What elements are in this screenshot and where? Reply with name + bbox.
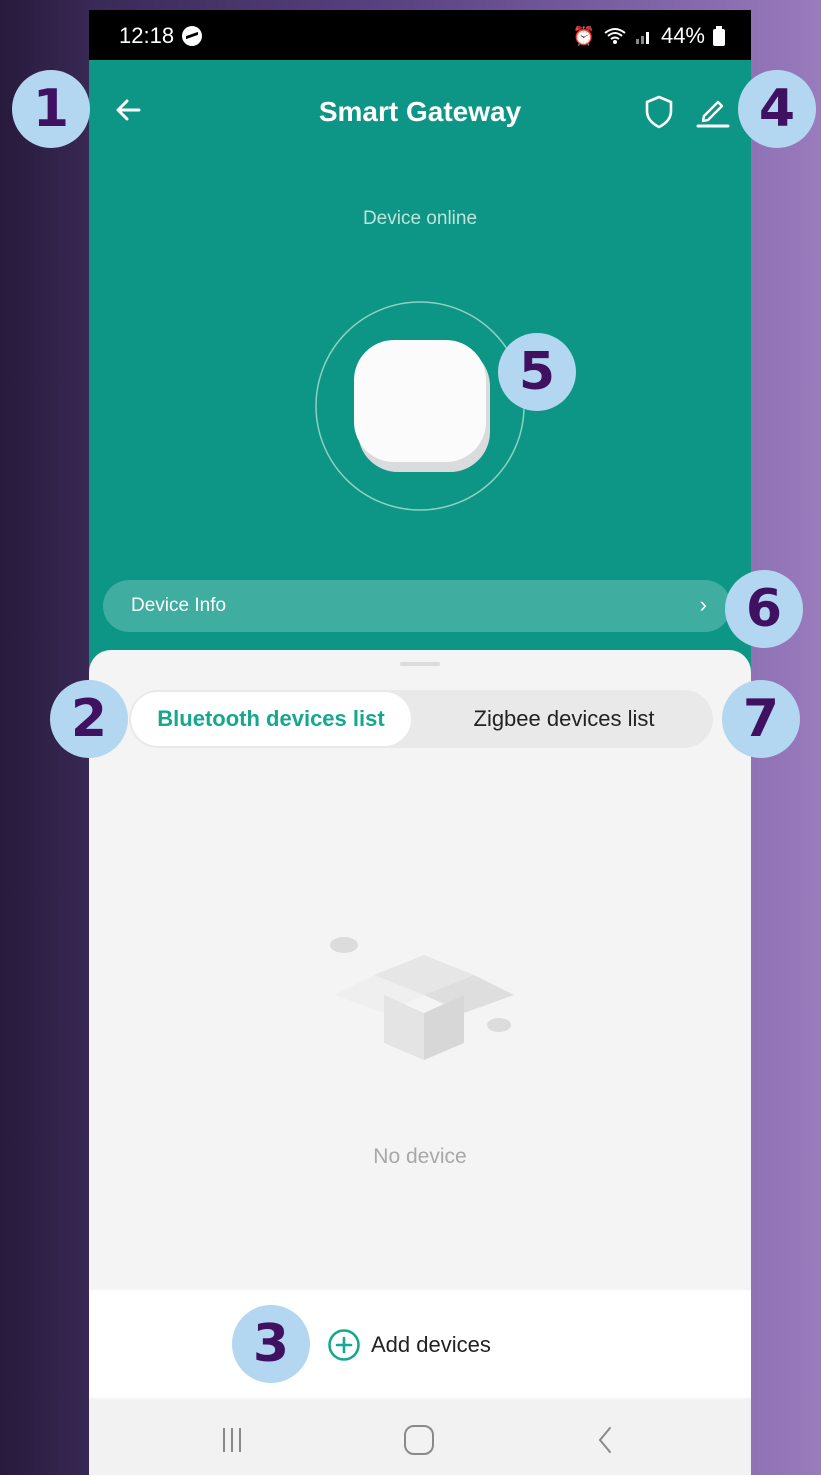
status-time: 12:18 — [119, 23, 175, 48]
device-status: Device online — [362, 208, 478, 229]
callout-badge-5: 5 — [498, 333, 576, 411]
add-devices-button[interactable]: Add devices — [327, 1325, 491, 1365]
callout-badge-2: 2 — [50, 680, 128, 758]
device-info-label: Device Info — [131, 595, 227, 616]
empty-box-illustration — [330, 937, 514, 1060]
phone-screen: 12:18 ⏰ 44% Smart Gateway Device online … — [89, 10, 751, 1475]
status-right: ⏰ 44% — [573, 23, 725, 49]
back-icon[interactable] — [581, 1420, 631, 1460]
tab-bluetooth-devices[interactable]: Bluetooth devices list — [131, 692, 411, 746]
wifi-icon — [604, 28, 626, 44]
messenger-icon — [182, 26, 203, 46]
chevron-right-icon: › — [699, 592, 707, 617]
tab-zigbee-devices[interactable]: Zigbee devices list — [429, 690, 699, 748]
callout-badge-3: 3 — [232, 1305, 310, 1383]
pencil-icon[interactable] — [692, 94, 732, 130]
sheet-handle[interactable] — [400, 662, 440, 666]
device-list-tabs: Bluetooth devices list Zigbee devices li… — [129, 690, 713, 748]
callout-badge-6: 6 — [725, 570, 803, 648]
shield-icon[interactable] — [642, 94, 676, 130]
empty-state-text: No device — [373, 1145, 467, 1168]
alarm-icon: ⏰ — [572, 25, 595, 46]
add-devices-label: Add devices — [371, 1332, 491, 1357]
battery-percent: 44% — [660, 23, 705, 48]
android-nav-bar — [89, 1400, 751, 1475]
status-bar: 12:18 ⏰ 44% — [89, 10, 751, 60]
status-time-group: 12:18 — [119, 23, 203, 49]
gateway-device-image[interactable] — [314, 300, 526, 512]
home-icon[interactable] — [394, 1420, 444, 1460]
callout-badge-1: 1 — [12, 70, 90, 148]
device-info-bar[interactable]: Device Info › — [103, 580, 731, 632]
recents-icon[interactable] — [207, 1420, 257, 1460]
battery-icon — [713, 26, 725, 46]
plus-circle-icon — [328, 1329, 360, 1361]
signal-icon — [635, 32, 649, 44]
callout-badge-4: 4 — [738, 70, 816, 148]
callout-badge-7: 7 — [722, 680, 800, 758]
